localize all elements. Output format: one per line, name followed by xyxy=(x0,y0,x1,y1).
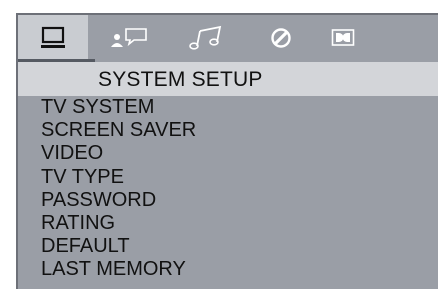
music-note-icon xyxy=(186,25,226,51)
tab-video[interactable] xyxy=(246,15,316,60)
menu-item-video[interactable]: VIDEO xyxy=(18,142,438,165)
menu-item-default[interactable]: DEFAULT xyxy=(18,235,438,258)
tab-system[interactable] xyxy=(18,15,88,60)
page-header: SYSTEM SETUP xyxy=(18,62,438,96)
page-title: SYSTEM SETUP xyxy=(98,68,263,91)
menu-item-password[interactable]: PASSWORD xyxy=(18,189,438,212)
category-tab-bar xyxy=(18,15,438,62)
menu-item-last-memory[interactable]: LAST MEMORY xyxy=(18,258,438,281)
tab-language[interactable] xyxy=(94,15,164,60)
monitor-icon xyxy=(39,26,67,50)
dolby-icon xyxy=(331,28,355,48)
tab-audio[interactable] xyxy=(171,15,241,60)
tab-dolby[interactable] xyxy=(308,15,378,60)
menu-item-tv-system[interactable]: TV SYSTEM xyxy=(18,96,438,119)
menu-item-tv-type[interactable]: TV TYPE xyxy=(18,166,438,189)
setup-menu-list: TV SYSTEM SCREEN SAVER VIDEO TV TYPE PAS… xyxy=(18,96,438,282)
menu-item-rating[interactable]: RATING xyxy=(18,212,438,235)
person-speech-icon xyxy=(109,26,149,50)
menu-item-screen-saver[interactable]: SCREEN SAVER xyxy=(18,119,438,142)
setup-menu-window: SYSTEM SETUP TV SYSTEM SCREEN SAVER VIDE… xyxy=(16,13,438,289)
slashed-circle-icon xyxy=(268,26,294,50)
